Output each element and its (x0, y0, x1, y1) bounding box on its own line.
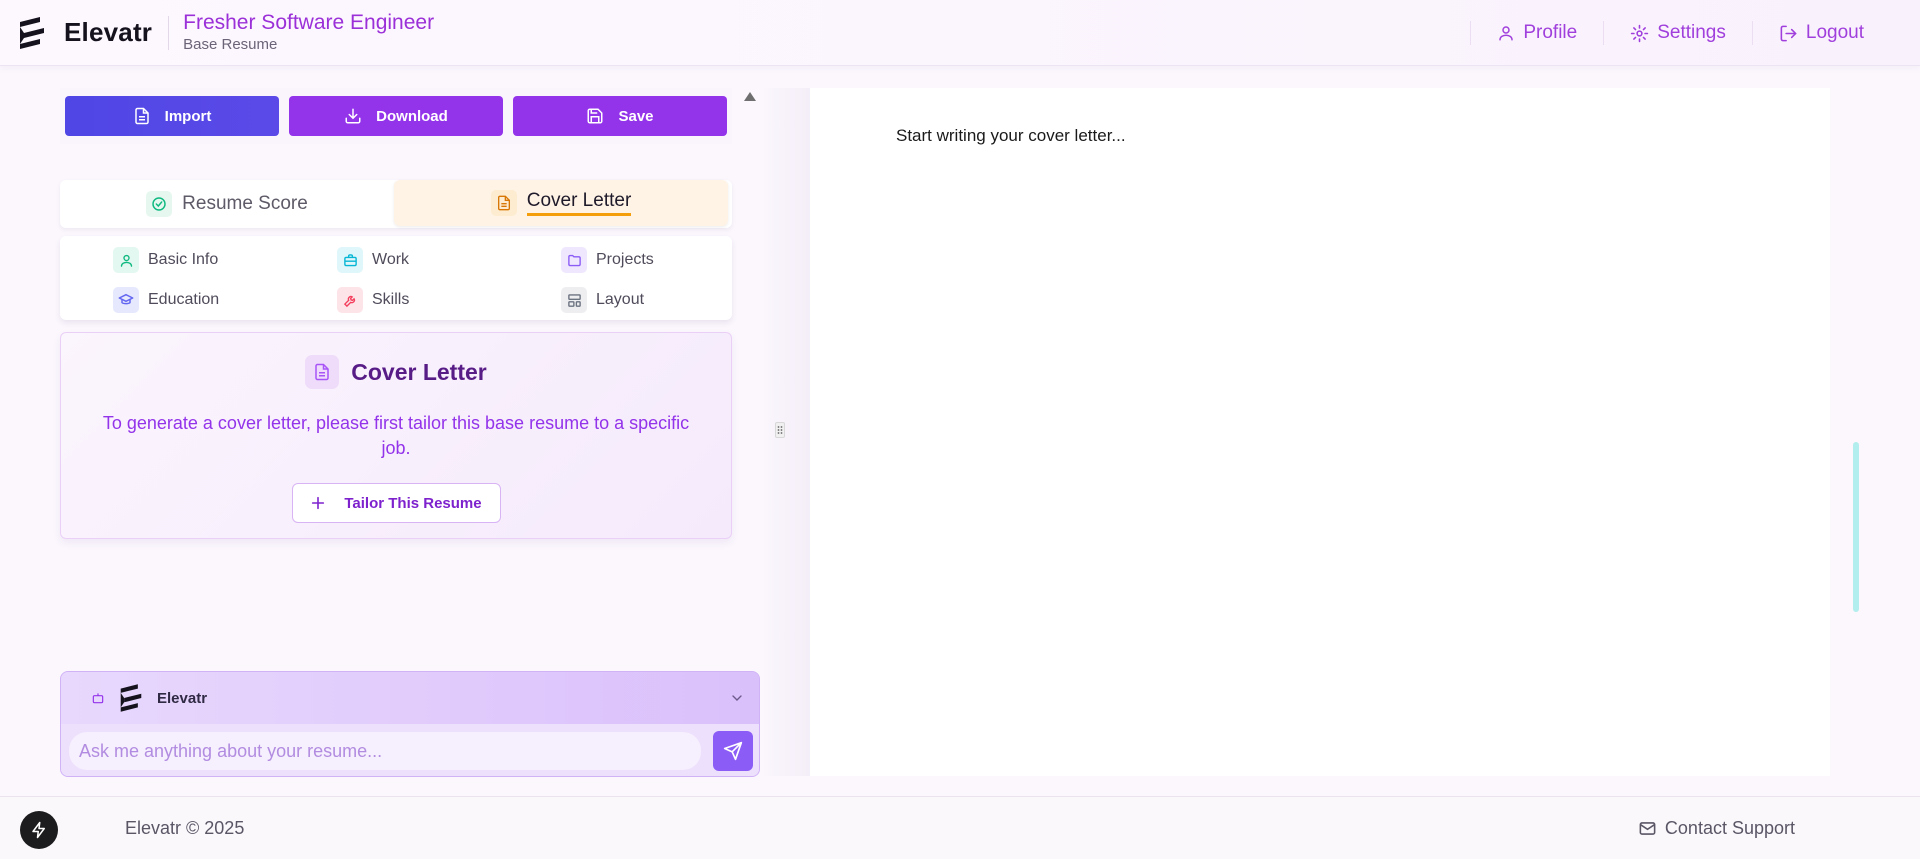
resume-sections-grid: Basic Info Work Projects Education Skill… (60, 236, 732, 320)
panel-tabs: Resume Score Cover Letter (60, 180, 732, 228)
nav-profile-label: Profile (1523, 22, 1578, 43)
gear-icon (1631, 24, 1649, 42)
section-projects-label: Projects (596, 251, 654, 268)
file-text-icon (490, 190, 517, 216)
briefcase-icon (337, 247, 363, 273)
cover-letter-editor[interactable]: Start writing your cover letter... (810, 88, 1830, 776)
header-divider (168, 15, 170, 50)
check-circle-icon (146, 191, 173, 217)
cover-letter-card-message: To generate a cover letter, please first… (102, 413, 690, 458)
footer-copyright: Elevatr © 2025 (125, 817, 245, 838)
section-projects[interactable]: Projects (508, 240, 732, 280)
panel-gutter (764, 88, 810, 776)
left-panel: Import Download Save Resume Score Cover … (60, 88, 732, 539)
nav-profile[interactable]: Profile (1471, 22, 1603, 44)
section-skills-label: Skills (372, 291, 410, 308)
cover-letter-card: Cover Letter To generate a cover letter,… (60, 332, 732, 539)
document-subtitle: Base Resume (183, 35, 278, 53)
chevron-down-icon[interactable] (729, 690, 745, 706)
assistant-panel: Elevatr (60, 671, 760, 777)
editor-placeholder: Start writing your cover letter... (896, 126, 1126, 145)
section-education-label: Education (148, 291, 220, 308)
section-skills[interactable]: Skills (284, 280, 508, 320)
send-button[interactable] (713, 731, 753, 771)
logout-icon (1780, 25, 1797, 41)
section-basic-info-label: Basic Info (148, 251, 219, 268)
assistant-input-row (61, 724, 759, 776)
tab-cover-letter-label: Cover Letter (526, 190, 632, 216)
download-icon (345, 108, 361, 124)
send-icon (723, 741, 743, 761)
section-work-label: Work (372, 251, 410, 268)
tab-resume-score-label: Resume Score (182, 193, 308, 214)
cover-letter-card-header: Cover Letter (305, 355, 487, 389)
save-button-label: Save (618, 107, 654, 125)
section-layout[interactable]: Layout (508, 280, 732, 320)
tailor-resume-button-label: Tailor This Resume (344, 494, 482, 512)
import-button[interactable]: Import (65, 96, 279, 136)
tab-resume-score[interactable]: Resume Score (60, 180, 394, 228)
nav-settings-label: Settings (1657, 22, 1726, 43)
contact-support-label: Contact Support (1664, 818, 1795, 838)
resize-handle[interactable] (775, 422, 785, 438)
bot-icon (92, 693, 104, 704)
elevatr-logo-icon (20, 16, 44, 49)
elevatr-logo-icon (120, 684, 142, 712)
user-icon (113, 247, 139, 273)
section-basic-info[interactable]: Basic Info (60, 240, 284, 280)
contact-support-link[interactable]: Contact Support (1638, 797, 1795, 859)
app-footer: Elevatr © 2025 Contact Support (0, 796, 1920, 859)
mail-icon (1639, 822, 1656, 835)
brand[interactable]: Elevatr (18, 16, 152, 50)
assistant-header[interactable]: Elevatr (61, 672, 759, 724)
file-text-icon (305, 355, 340, 389)
scroll-up-arrow[interactable] (744, 92, 756, 101)
tab-cover-letter[interactable]: Cover Letter (394, 180, 728, 226)
download-button[interactable]: Download (289, 96, 503, 136)
plus-icon (312, 496, 325, 510)
section-education[interactable]: Education (60, 280, 284, 320)
brand-name: Elevatr (64, 17, 153, 47)
cover-letter-card-title: Cover Letter (351, 358, 487, 385)
nav-logout-label: Logout (1805, 22, 1864, 43)
assistant-chat-input[interactable] (69, 732, 701, 770)
user-icon (1499, 26, 1514, 41)
graduation-cap-icon (113, 287, 139, 313)
folder-icon (561, 247, 587, 273)
section-layout-label: Layout (596, 291, 645, 308)
document-title-block: Fresher Software Engineer Base Resume (183, 11, 434, 55)
quick-action-button[interactable] (20, 811, 58, 849)
nav-logout[interactable]: Logout (1753, 22, 1890, 44)
layout-icon (561, 287, 587, 313)
tailor-resume-button[interactable]: Tailor This Resume (291, 483, 501, 523)
download-button-label: Download (376, 107, 448, 125)
lightning-bolt-icon (32, 821, 45, 839)
nav-settings[interactable]: Settings (1604, 22, 1752, 44)
header-nav: Profile Settings Logout (1470, 0, 1890, 66)
editor-scrollbar[interactable] (1853, 442, 1859, 612)
app-header: Elevatr Fresher Software Engineer Base R… (0, 0, 1920, 66)
save-button[interactable]: Save (513, 96, 727, 136)
section-work[interactable]: Work (284, 240, 508, 280)
wrench-icon (337, 287, 363, 313)
action-toolbar: Import Download Save (60, 88, 732, 144)
file-text-icon (134, 107, 149, 125)
import-button-label: Import (164, 107, 212, 125)
document-title: Fresher Software Engineer (183, 10, 435, 34)
assistant-name: Elevatr (157, 689, 208, 707)
floppy-disk-icon (587, 108, 603, 124)
grip-icon (777, 426, 783, 434)
